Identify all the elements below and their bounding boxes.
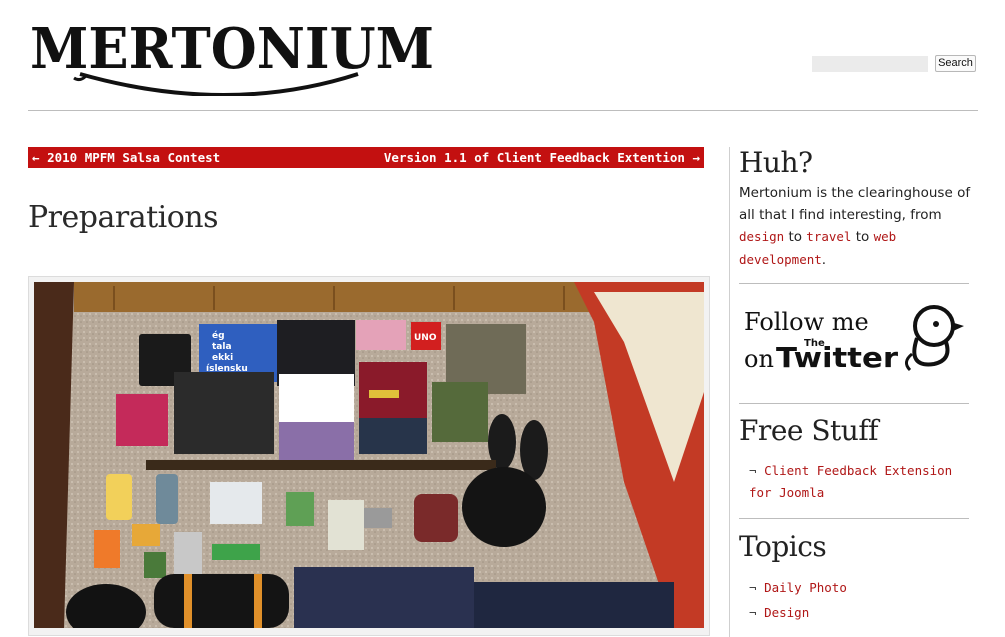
search-input[interactable] [812,56,928,72]
post-photo[interactable]: ég tala ekki íslensku UNO [34,282,704,628]
logo-graphic: MERTONIUM [30,18,434,96]
topic-daily-photo-link[interactable]: Daily Photo [764,580,847,595]
sidebar-rule-1 [739,283,969,284]
shirt-text-2: tala [212,342,232,352]
sidebar-rule-2 [739,403,969,404]
free-stuff-heading: Free Stuff [739,414,879,447]
topics-list: ¬ Daily Photo ¬ Design [749,575,974,625]
client-feedback-extension-link[interactable]: Client Feedback Extension for Joomla [749,463,952,500]
twitter-badge-graphic: Follow me on The Twitter [744,305,964,374]
next-post-label: Version 1.1 of Client Feedback Extention [383,150,685,165]
previous-post-label: 2010 MPFM Salsa Contest [47,150,221,165]
site-logo[interactable]: MERTONIUM [28,18,440,96]
bullet-icon: ¬ [749,605,757,620]
bullet-icon: ¬ [749,580,757,595]
post-navigation: ← 2010 MPFM Salsa Contest Version 1.1 of… [28,147,704,168]
about-text-part-3: to [851,229,874,245]
topic-design-link[interactable]: Design [764,605,809,620]
free-stuff-list: ¬ Client Feedback Extension for Joomla [749,460,974,504]
logo-text: MERTONIUM [30,18,434,82]
about-text-part-2: to [784,229,807,245]
about-text: Mertonium is the clearinghouse of all th… [739,183,977,271]
topics-heading: Topics [739,530,827,563]
twitter-badge-twitter: Twitter [776,341,898,374]
about-text-part-4: . [821,251,827,268]
list-item: ¬ Design [749,600,974,625]
list-item: ¬ Daily Photo [749,575,974,600]
post-title: Preparations [28,200,219,235]
arrow-right-icon: → [692,150,700,165]
header-divider [28,110,978,111]
about-heading: Huh? [739,146,813,179]
packing-photo: ég tala ekki íslensku UNO [34,282,704,628]
sidebar-divider [729,147,730,637]
follow-twitter-badge[interactable]: Follow me on The Twitter [742,302,967,380]
sidebar-rule-3 [739,518,969,519]
design-link[interactable]: design [739,229,784,244]
arrow-left-icon: ← [32,150,40,165]
shirt-text-3: ekki [212,353,233,363]
uno-label: UNO [414,333,437,343]
bird-icon [905,305,964,372]
travel-link[interactable]: travel [806,229,851,244]
about-text-part-1: Mertonium is the clearinghouse of all th… [739,185,971,223]
previous-post-link[interactable]: ← 2010 MPFM Salsa Contest [32,147,220,169]
twitter-badge-on: on [744,345,774,373]
shirt-text-1: ég [212,330,225,341]
list-item: ¬ Client Feedback Extension for Joomla [749,460,974,504]
next-post-link[interactable]: Version 1.1 of Client Feedback Extention… [384,147,700,169]
bullet-icon: ¬ [749,463,757,478]
twitter-badge-line1: Follow me [744,308,869,336]
search-button[interactable]: Search [935,55,976,72]
